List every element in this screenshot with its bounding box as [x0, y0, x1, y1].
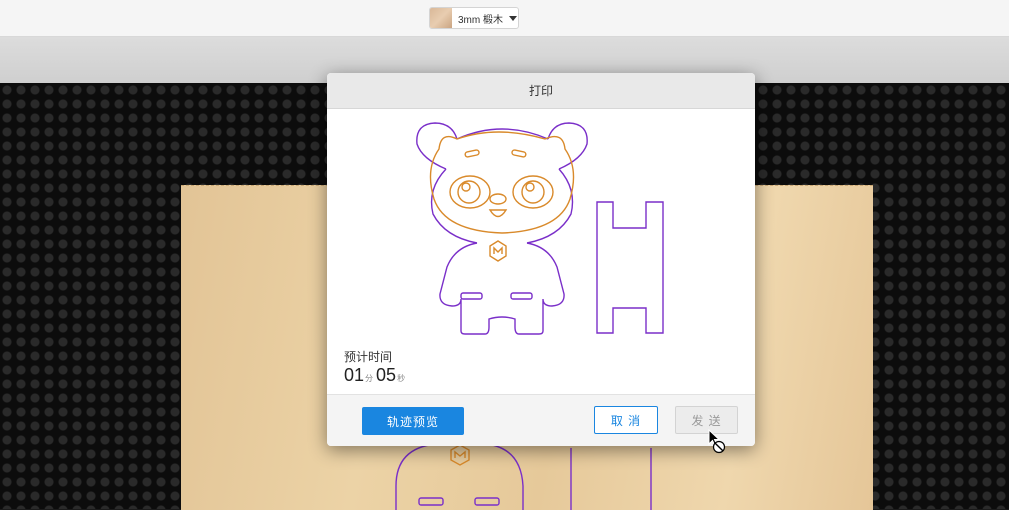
- send-button[interactable]: 发 送: [675, 406, 738, 434]
- path-preview-button[interactable]: 轨迹预览: [362, 407, 464, 435]
- not-allowed-cursor-icon: [708, 429, 726, 454]
- estimate-label: 预计时间: [344, 350, 393, 364]
- wood-swatch-icon: [430, 8, 452, 28]
- estimate-time: 01 分 05 秒: [344, 365, 408, 386]
- panda-engrave-path: [429, 131, 575, 262]
- dialog-footer: 轨迹预览 取 消 发 送: [327, 395, 755, 446]
- chevron-down-icon: [509, 15, 517, 21]
- estimate-seconds: 05: [376, 365, 397, 385]
- minutes-unit: 分: [365, 374, 374, 383]
- material-label: 3mm 椴木: [458, 14, 503, 26]
- panda-cut-path: [416, 122, 664, 335]
- job-preview: [416, 122, 664, 335]
- dialog-header: 打印: [327, 73, 755, 109]
- dialog-title: 打印: [528, 84, 553, 98]
- cancel-button[interactable]: 取 消: [594, 406, 658, 434]
- estimate-minutes: 01: [344, 365, 365, 385]
- top-toolbar: 3mm 椴木: [0, 0, 1009, 37]
- print-dialog: 打印 预计时间 01 分 05 秒 轨迹预览 取 消 发 送: [327, 73, 755, 446]
- seconds-unit: 秒: [397, 374, 406, 383]
- material-select[interactable]: 3mm 椴木: [429, 7, 519, 29]
